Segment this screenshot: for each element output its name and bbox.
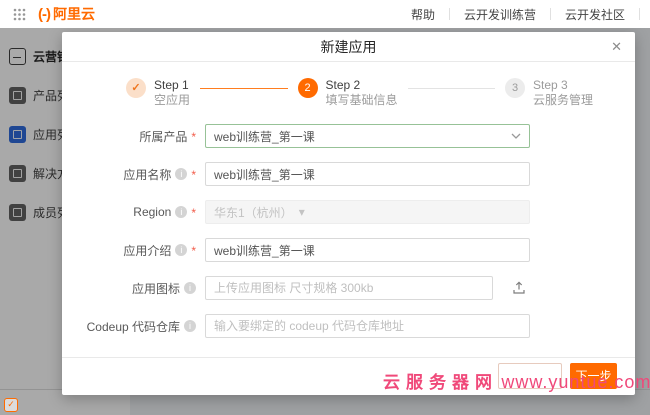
header-divider <box>639 8 640 20</box>
info-icon: i <box>184 320 196 332</box>
app-desc-label: 应用介绍 i * <box>62 242 196 259</box>
step-3: 3 Step 3 云服务管理 <box>505 78 593 108</box>
step2-number: 2 <box>298 78 318 98</box>
form-row-app-icon: 应用图标 i <box>62 276 635 300</box>
form-row-region: Region i * 华东1（杭州） ▾ <box>62 200 635 224</box>
product-select[interactable]: web训练营_第一课 <box>205 124 530 148</box>
steps-indicator: ✓ Step 1 空应用 2 Step 2 填写基础信息 3 Step 3 <box>126 78 593 108</box>
upload-icon[interactable] <box>510 279 528 297</box>
app-icon-label: 应用图标 i <box>62 280 196 297</box>
aliyun-logo-icon: (-) <box>38 6 50 23</box>
next-step-button[interactable]: 下一步 <box>570 363 617 389</box>
modal-header: 新建应用 ✕ <box>62 32 635 62</box>
required-mark: * <box>191 168 196 182</box>
app-grid-icon[interactable] <box>12 7 26 21</box>
new-app-form: 所属产品 * web训练营_第一课 应用名称 i * <box>62 124 635 352</box>
form-row-codeup: Codeup 代码仓库 i <box>62 314 635 338</box>
region-value: 华东1（杭州） <box>214 204 293 221</box>
form-row-app-desc: 应用介绍 i * <box>62 238 635 262</box>
required-mark: * <box>191 206 196 220</box>
step2-name: Step 2 <box>326 78 398 93</box>
app-icon-input[interactable] <box>205 276 493 300</box>
region-select-disabled: 华东1（杭州） ▾ <box>205 200 530 224</box>
step-1: ✓ Step 1 空应用 <box>126 78 190 108</box>
cloud-dev-community-link[interactable]: 云开发社区 <box>551 6 639 23</box>
top-header: (-) 阿里云 帮助 云开发训练营 云开发社区 <box>0 0 650 28</box>
chevron-down-icon <box>511 133 521 139</box>
aliyun-logo-text: 阿里云 <box>53 4 95 24</box>
required-mark: * <box>191 244 196 258</box>
help-link[interactable]: 帮助 <box>397 6 449 23</box>
aliyun-logo[interactable]: (-) 阿里云 <box>38 4 95 24</box>
step3-name: Step 3 <box>533 78 593 93</box>
cloud-dev-camp-link[interactable]: 云开发训练营 <box>450 6 550 23</box>
app-name-label: 应用名称 i * <box>62 166 196 183</box>
step-connector-pending <box>408 88 495 89</box>
form-row-app-name: 应用名称 i * <box>62 162 635 186</box>
page-background: 云营销配置 产品列表 应用列表 解决方案 成员列表 新建应用 ✕ ✓ <box>0 28 650 415</box>
prev-step-button[interactable] <box>498 363 562 389</box>
codeup-repo-input[interactable] <box>205 314 530 338</box>
app-name-input[interactable] <box>205 162 530 186</box>
feedback-icon[interactable]: ✓ <box>4 398 18 412</box>
step1-check-icon: ✓ <box>126 78 146 98</box>
product-select-value: web训练营_第一课 <box>214 128 315 145</box>
required-mark: * <box>191 130 196 144</box>
info-icon: i <box>175 244 187 256</box>
step1-name: Step 1 <box>154 78 190 93</box>
step-2: 2 Step 2 填写基础信息 <box>298 78 398 108</box>
step2-desc: 填写基础信息 <box>326 93 398 108</box>
close-icon[interactable]: ✕ <box>611 32 622 62</box>
step-connector-done <box>200 88 287 89</box>
app-desc-input[interactable] <box>205 238 530 262</box>
step3-number: 3 <box>505 78 525 98</box>
new-app-modal: 新建应用 ✕ ✓ Step 1 空应用 2 Step 2 填写基础信息 <box>62 32 635 395</box>
region-label: Region i * <box>62 204 196 220</box>
modal-footer: 下一步 <box>62 357 635 395</box>
product-label: 所属产品 * <box>62 128 196 145</box>
codeup-label: Codeup 代码仓库 i <box>62 318 196 335</box>
step1-desc: 空应用 <box>154 93 190 108</box>
info-icon: i <box>175 168 187 180</box>
info-icon: i <box>175 206 187 218</box>
modal-title: 新建应用 <box>321 39 377 55</box>
step3-desc: 云服务管理 <box>533 93 593 108</box>
info-icon: i <box>184 282 196 294</box>
caret-down-icon: ▾ <box>299 205 305 219</box>
form-row-product: 所属产品 * web训练营_第一课 <box>62 124 635 148</box>
